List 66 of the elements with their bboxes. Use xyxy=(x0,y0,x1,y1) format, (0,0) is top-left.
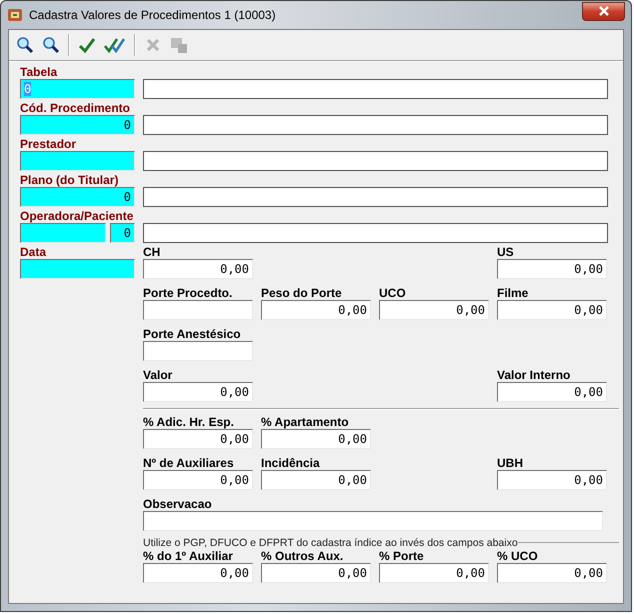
description-field[interactable] xyxy=(143,223,608,243)
number-field[interactable]: 0,00 xyxy=(379,300,489,320)
group-caption: Utilize o PGP, DFUCO e DFPRT do cadastra índice ao invés dos campos abaixo xyxy=(143,536,518,548)
field-label: US xyxy=(497,245,515,259)
close-button[interactable] xyxy=(582,2,625,20)
field-label: % Apartamento xyxy=(261,415,350,429)
field-label: UCO xyxy=(379,286,407,300)
code-field[interactable]: 0 xyxy=(20,187,135,207)
field-label: UBH xyxy=(497,456,524,470)
date-field[interactable] xyxy=(20,259,135,279)
number-field[interactable]: 0,00 xyxy=(497,259,607,279)
field-label: Prestador xyxy=(20,137,78,151)
number-field[interactable]: 0,00 xyxy=(497,300,607,320)
description-field[interactable] xyxy=(143,187,608,207)
field-label: Data xyxy=(20,245,48,259)
field-label: % do 1º Auxiliar xyxy=(143,549,234,563)
field-label: Tabela xyxy=(20,65,58,79)
search-icon xyxy=(42,36,60,54)
number-field[interactable]: 0,00 xyxy=(143,429,253,449)
code-field[interactable] xyxy=(20,151,135,171)
number-field[interactable]: 0,00 xyxy=(143,382,253,402)
field-label: Nº de Auxiliares xyxy=(143,456,235,470)
field-label: Filme xyxy=(497,286,530,300)
close-icon xyxy=(598,6,610,16)
field-label: Valor Interno xyxy=(497,368,572,382)
field-label: % Porte xyxy=(379,549,425,563)
description-field[interactable] xyxy=(143,115,608,135)
number-field[interactable]: 0,00 xyxy=(261,300,371,320)
description-field[interactable] xyxy=(143,151,608,171)
code-field[interactable]: 0 xyxy=(110,223,135,243)
number-field[interactable]: 0,00 xyxy=(143,470,253,490)
code-field[interactable] xyxy=(20,223,106,243)
x-icon xyxy=(144,36,162,54)
field-label: % UCO xyxy=(497,549,539,563)
app-icon xyxy=(7,7,23,23)
field-label: Operadora/Paciente xyxy=(20,209,134,223)
field-label: CH xyxy=(143,245,162,259)
field-label: Porte Anestésico xyxy=(143,327,242,341)
number-field[interactable]: 0,00 xyxy=(261,429,371,449)
description-field[interactable] xyxy=(143,79,608,99)
field-label: Plano (do Titular) xyxy=(20,173,120,187)
number-field[interactable]: 0,00 xyxy=(379,563,489,583)
number-field[interactable]: 0,00 xyxy=(261,563,371,583)
number-field[interactable] xyxy=(143,341,253,361)
field-label: % Adic. Hr. Esp. xyxy=(143,415,235,429)
field-label: Porte Procedto. xyxy=(143,286,234,300)
number-field[interactable]: 0,00 xyxy=(143,563,253,583)
field-label: % Outros Aux. xyxy=(261,549,344,563)
code-field[interactable]: 0 xyxy=(20,115,135,135)
field-label: Observacao xyxy=(143,497,213,511)
search-icon xyxy=(16,36,34,54)
number-field[interactable] xyxy=(143,300,253,320)
check-icon xyxy=(78,36,96,54)
number-field[interactable] xyxy=(143,511,603,531)
number-field[interactable]: 0,00 xyxy=(261,470,371,490)
field-label: Peso do Porte xyxy=(261,286,343,300)
field-label: Valor xyxy=(143,368,174,382)
number-field[interactable]: 0,00 xyxy=(143,259,253,279)
field-label: Incidência xyxy=(261,456,321,470)
window-title: Cadastra Valores de Procedimentos 1 (10003) xyxy=(29,8,277,22)
number-field[interactable]: 0,00 xyxy=(497,563,607,583)
windows-icon xyxy=(170,36,188,54)
number-field[interactable]: 0,00 xyxy=(497,470,607,490)
number-field[interactable]: 0,00 xyxy=(497,382,607,402)
field-label: Cód. Procedimento xyxy=(20,101,132,115)
double-check-icon xyxy=(104,36,126,54)
